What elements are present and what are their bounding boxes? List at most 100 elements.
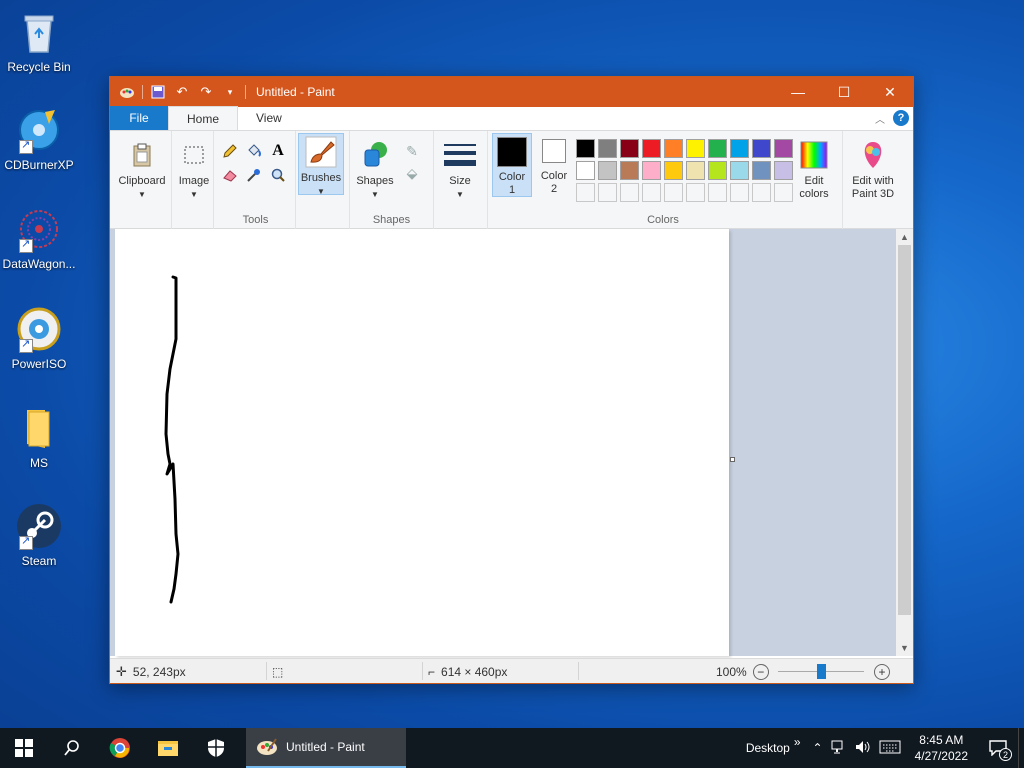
chevron-up-icon[interactable]: ︿	[875, 111, 885, 126]
show-desktop-button[interactable]	[1018, 728, 1024, 768]
save-icon[interactable]	[149, 83, 167, 101]
color-swatch[interactable]	[752, 139, 771, 158]
zoom-out-icon[interactable]: −	[752, 663, 769, 680]
volume-icon[interactable]	[855, 740, 871, 757]
custom-color-slot[interactable]	[598, 183, 617, 202]
color-swatch[interactable]	[686, 161, 705, 180]
custom-color-slot[interactable]	[576, 183, 595, 202]
shapes-button[interactable]: Shapes ▼	[354, 135, 396, 201]
edit-with-paint3d-button[interactable]: Edit with Paint 3D	[845, 135, 901, 201]
color-swatch[interactable]	[664, 161, 683, 180]
custom-color-slot[interactable]	[774, 183, 793, 202]
edit-colors-button[interactable]: Edit colors	[794, 135, 834, 201]
color-swatch[interactable]	[598, 161, 617, 180]
image-button[interactable]: Image ▼	[175, 135, 213, 217]
undo-icon[interactable]: ↶	[173, 83, 191, 101]
fill-icon[interactable]: ⬙	[402, 163, 422, 183]
color-swatch[interactable]	[708, 161, 727, 180]
desktop-icon-recycle-bin[interactable]: Recycle Bin	[0, 8, 78, 74]
redo-icon[interactable]: ↷	[197, 83, 215, 101]
taskbar-security[interactable]	[192, 728, 240, 768]
network-icon[interactable]	[831, 740, 847, 757]
tab-home[interactable]: Home	[168, 106, 239, 130]
clock[interactable]: 8:45 AM 4/27/2022	[905, 732, 978, 764]
color-swatch[interactable]	[774, 139, 793, 158]
taskbar-file-explorer[interactable]	[144, 728, 192, 768]
search-button[interactable]	[48, 728, 96, 768]
color1-button[interactable]: Color 1	[492, 133, 532, 197]
color-swatch[interactable]	[686, 139, 705, 158]
color-swatch[interactable]	[664, 139, 683, 158]
drawing-canvas[interactable]	[115, 229, 729, 656]
color-swatch[interactable]	[576, 139, 595, 158]
color-swatch[interactable]	[620, 161, 639, 180]
desktop-icon-poweriso[interactable]: PowerISO	[0, 305, 78, 371]
pencil-icon[interactable]	[220, 141, 240, 161]
zoom-in-icon[interactable]: +	[874, 663, 890, 680]
paint-app-icon[interactable]	[118, 83, 136, 101]
customize-quick-access-icon[interactable]: ▾	[221, 83, 239, 101]
desktop-icon-cdburnerxp[interactable]: CDBurnerXP	[0, 106, 78, 172]
custom-color-slot[interactable]	[686, 183, 705, 202]
taskbar-chrome[interactable]	[96, 728, 144, 768]
text-tool-icon[interactable]: A	[268, 141, 288, 161]
resize-handle[interactable]	[730, 457, 735, 462]
color-swatch[interactable]	[774, 161, 793, 180]
outline-icon[interactable]: ✎	[402, 141, 422, 161]
color-swatch[interactable]	[752, 161, 771, 180]
title-bar[interactable]: ↶ ↷ ▾ Untitled - Paint — ☐ ✕	[110, 77, 913, 107]
scroll-up-icon[interactable]: ▲	[896, 229, 913, 245]
magnifier-icon[interactable]	[268, 165, 288, 185]
color-swatch[interactable]	[620, 139, 639, 158]
custom-color-slot[interactable]	[752, 183, 771, 202]
desktop-icon-datawagon[interactable]: DataWagon...	[0, 205, 78, 271]
taskbar-paint[interactable]: Untitled - Paint	[246, 728, 406, 768]
custom-color-slot[interactable]	[620, 183, 639, 202]
desktop-toolbar-label[interactable]: Desktop	[746, 741, 790, 755]
custom-color-slot[interactable]	[664, 183, 683, 202]
color-swatch[interactable]	[708, 139, 727, 158]
scroll-thumb[interactable]	[898, 245, 911, 615]
eraser-icon[interactable]	[220, 165, 240, 185]
desktop-icon-ms[interactable]: MS	[0, 404, 78, 470]
custom-color-slot[interactable]	[642, 183, 661, 202]
vertical-scrollbar[interactable]: ▲ ▼	[896, 229, 913, 656]
custom-color-slot[interactable]	[708, 183, 727, 202]
zoom-slider[interactable]	[778, 659, 864, 684]
chevron-up-icon[interactable]: ⌃	[813, 741, 823, 755]
shapes-group-label: Shapes	[372, 214, 411, 226]
tab-file[interactable]: File	[110, 106, 168, 130]
keyboard-icon[interactable]	[879, 740, 901, 757]
color-swatch[interactable]	[598, 139, 617, 158]
color-swatch[interactable]	[576, 161, 595, 180]
color-swatch[interactable]	[642, 139, 661, 158]
tab-view[interactable]: View	[238, 106, 300, 130]
size-button[interactable]: Size ▼	[440, 135, 480, 201]
image-group: Image ▼	[174, 131, 214, 229]
shortcut-arrow-icon	[19, 237, 33, 253]
fill-bucket-icon[interactable]	[244, 141, 264, 161]
zoom-slider-thumb[interactable]	[816, 664, 826, 679]
close-button[interactable]: ✕	[867, 77, 913, 107]
start-button[interactable]	[0, 728, 48, 768]
color-swatch[interactable]	[730, 161, 749, 180]
desktop-icon-steam[interactable]: Steam	[0, 502, 78, 568]
scroll-down-icon[interactable]: ▼	[896, 640, 913, 656]
help-icon[interactable]: ?	[893, 110, 909, 126]
color-swatch[interactable]	[730, 139, 749, 158]
desktop-toolbar-chevron[interactable]: »	[794, 735, 801, 749]
notification-button[interactable]: 2	[978, 728, 1018, 768]
maximize-button[interactable]: ☐	[821, 77, 867, 107]
color2-label: Color	[540, 170, 568, 182]
brushes-button[interactable]: Brushes ▼	[298, 133, 344, 196]
color2-swatch	[542, 139, 566, 163]
minimize-button[interactable]: —	[775, 77, 821, 107]
color-picker-icon[interactable]	[244, 165, 264, 185]
paint3d-group: Edit with Paint 3D	[842, 131, 900, 229]
color-swatch[interactable]	[642, 161, 661, 180]
color2-button[interactable]: Color 2	[536, 133, 572, 197]
clipboard-button[interactable]: Clipboard ▼	[116, 135, 168, 217]
folder-icon	[15, 404, 63, 452]
select-icon	[178, 139, 210, 171]
custom-color-slot[interactable]	[730, 183, 749, 202]
